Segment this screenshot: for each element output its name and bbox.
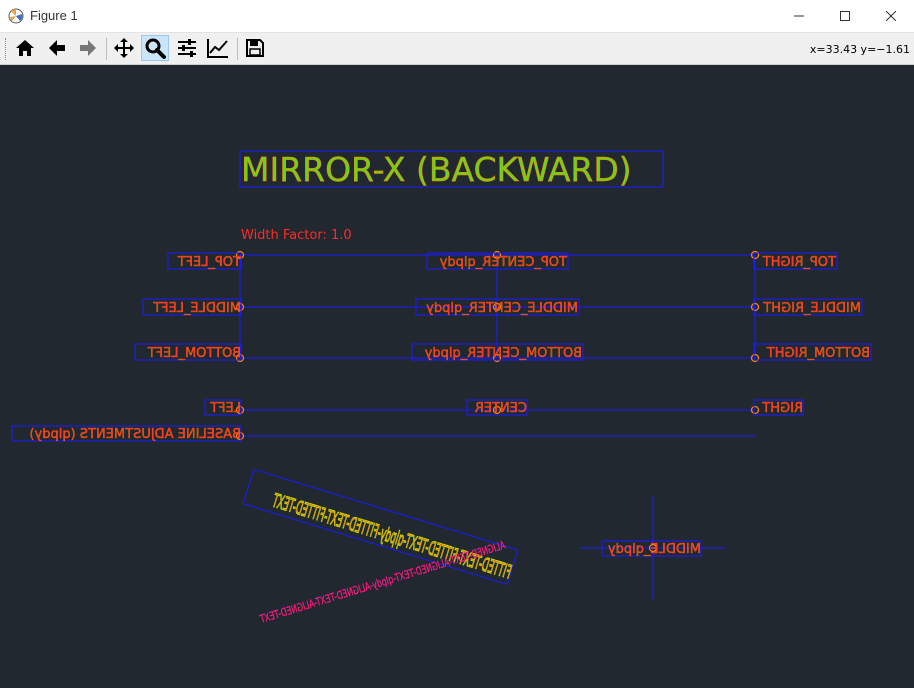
label-middle-left: MIDDLE_LEFT [153,301,241,316]
matplotlib-icon [8,8,24,24]
plot-svg[interactable]: MIRROR-X (BACKWARD) Width Factor: 1.0 TO… [0,65,914,684]
back-button[interactable] [43,35,71,61]
toolbar-separator [106,38,107,60]
maximize-icon [840,11,850,21]
plot-title: MIRROR-X (BACKWARD) [241,150,632,189]
label-bottom-right: BOTTOM_RIGHT [767,346,870,361]
save-icon [246,39,264,57]
toolbar-separator [237,38,238,60]
zoom-icon [145,38,166,59]
home-icon [16,40,34,56]
label-top-left: TOP_LEFT [178,255,242,270]
configure-subplots-button[interactable] [173,35,201,61]
label-middle: MIDDLE_qlpdy [608,542,701,557]
label-left: LEFT [210,401,241,416]
label-bottom-left: BOTTOM_LEFT [148,346,241,361]
close-icon [886,11,896,21]
forward-button[interactable] [74,35,102,61]
edit-axis-button[interactable] [204,35,232,61]
window-titlebar: Figure 1 [0,0,914,33]
navigation-toolbar: x=33.43 y=−1.61 [0,33,914,65]
pan-icon [114,38,134,58]
label-top-right: TOP_RIGHT [763,255,837,270]
maximize-button[interactable] [822,0,868,32]
cursor-coordinates: x=33.43 y=−1.61 [809,43,910,56]
home-button[interactable] [11,35,39,61]
label-center: CENTER [475,401,527,416]
close-button[interactable] [868,0,914,32]
configure-subplots-icon [178,39,196,57]
label-bottom-center: BOTTOM_CENTER_qlpdy [424,346,582,361]
zoom-button[interactable] [141,35,169,61]
figure-canvas[interactable]: MIRROR-X (BACKWARD) Width Factor: 1.0 TO… [0,65,914,684]
save-button[interactable] [241,35,269,61]
width-factor-label: Width Factor: 1.0 [241,228,352,243]
window-title: Figure 1 [30,8,78,23]
minimize-button[interactable] [776,0,822,32]
label-middle-right: MIDDLE_RIGHT [763,301,861,316]
forward-arrow-icon [80,40,96,56]
edit-axis-icon [207,39,228,58]
label-top-center: TOP_CENTER_qlpdy [439,255,568,270]
label-baseline: BASELINE ADJUSTMENTS (qlpdy) [29,427,241,442]
label-middle-center: MIDDLE_CENTER_qlpdy [426,301,578,316]
toolbar-grip [5,38,8,60]
back-arrow-icon [49,40,65,56]
label-right: RIGHT [762,401,803,416]
minimize-icon [794,15,804,17]
pan-button[interactable] [110,35,138,61]
